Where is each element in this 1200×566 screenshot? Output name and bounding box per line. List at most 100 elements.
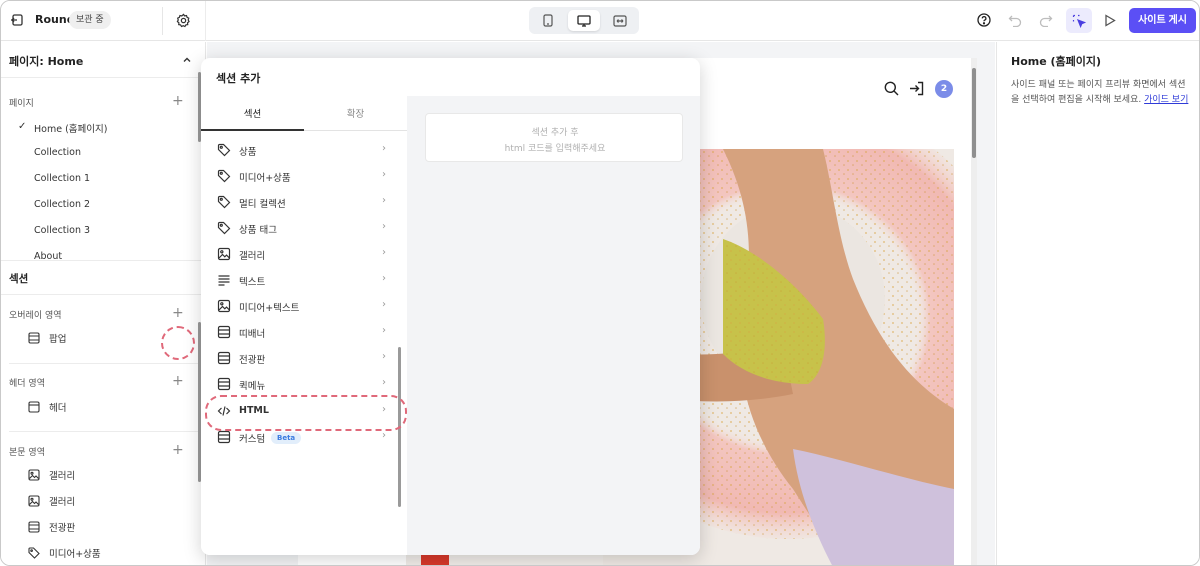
login-icon[interactable] — [909, 81, 925, 96]
section-option-label: 갤러리 — [239, 251, 266, 262]
section-option-quick-menu[interactable]: 퀵메뉴 › — [201, 373, 407, 395]
left-sidebar: 페이지: Home 페이지 + ✓ Home (홈페이지) Collection… — [1, 42, 206, 565]
sidebar-page-item[interactable]: Collection — [34, 147, 81, 158]
section-option-label: 텍스트 — [239, 277, 266, 288]
layout-icon — [217, 430, 231, 444]
undo-icon — [1008, 15, 1022, 27]
add-body-section-button[interactable]: + — [172, 443, 184, 457]
divider — [1, 260, 206, 261]
panel-description: 사이드 패널 또는 페이지 프리뷰 화면에서 섹션을 선택하여 편집을 시작해 … — [1011, 78, 1193, 108]
search-icon[interactable] — [884, 81, 899, 96]
sidebar-page-item[interactable]: Collection 2 — [34, 199, 90, 210]
section-option-label: 상품 — [239, 147, 257, 158]
section-option-media-product[interactable]: 미디어+상품 › — [201, 165, 407, 187]
chevron-right-icon: › — [382, 169, 386, 180]
product-image-detail — [421, 554, 449, 565]
panel-title: Home (홈페이지) — [1011, 55, 1102, 68]
chevron-right-icon: › — [382, 221, 386, 232]
layout-icon — [28, 332, 40, 344]
divider — [9, 363, 198, 364]
select-mode-button[interactable] — [1066, 8, 1092, 33]
desktop-icon — [577, 14, 591, 27]
undo-button[interactable] — [1007, 12, 1023, 28]
beta-badge: Beta — [271, 432, 302, 444]
cursor-select-icon — [1072, 14, 1086, 28]
sidebar-page-item[interactable]: Collection 3 — [34, 225, 90, 236]
expand-icon — [613, 14, 627, 27]
section-item-label: 갤러리 — [49, 471, 76, 482]
section-option-line-banner[interactable]: 띠배너 › — [201, 321, 407, 343]
desktop-view-button[interactable] — [568, 10, 600, 31]
section-option-label: 멀티 컬렉션 — [239, 199, 286, 210]
image-icon — [217, 299, 231, 313]
redo-button[interactable] — [1038, 12, 1054, 28]
section-option-label: 미디어+텍스트 — [239, 303, 300, 314]
section-option-text[interactable]: 텍스트 › — [201, 269, 407, 291]
mobile-icon — [543, 14, 553, 27]
section-option-label: 전광판 — [239, 355, 266, 366]
section-item-gallery[interactable]: 갤러리 — [28, 493, 75, 509]
gear-icon[interactable] — [176, 13, 191, 28]
section-item-popup[interactable]: 팝업 — [28, 330, 66, 346]
tab-section[interactable]: 섹션 — [201, 106, 304, 120]
scrollbar[interactable] — [972, 68, 976, 158]
add-overlay-section-button[interactable]: + — [172, 306, 184, 320]
divider — [1, 77, 206, 78]
chevron-right-icon: › — [382, 273, 386, 284]
play-icon — [1105, 13, 1116, 27]
section-item-gallery[interactable]: 갤러리 — [28, 467, 75, 483]
status-badge: 보관 중 — [69, 11, 111, 29]
tag-icon — [217, 143, 231, 157]
section-option-gallery[interactable]: 갤러리 › — [201, 243, 407, 265]
section-option-label: 띠배너 — [239, 329, 266, 340]
section-option-product-tag[interactable]: 상품 태그 › — [201, 217, 407, 239]
header-area-label: 헤더 영역 — [9, 379, 45, 389]
chevron-right-icon: › — [382, 247, 386, 258]
add-header-section-button[interactable]: + — [172, 374, 184, 388]
overlay-area-label: 오버레이 영역 — [9, 311, 62, 321]
section-option-marquee[interactable]: 전광판 › — [201, 347, 407, 369]
layout-icon — [28, 401, 40, 413]
mobile-view-button[interactable] — [532, 10, 564, 31]
chevron-right-icon: › — [382, 377, 386, 388]
section-list-panel: 섹션 확장 상품 › 미디어+상품 › 멀티 컬렉션 › 상품 태그 › 갤러리… — [201, 96, 407, 555]
section-item-marquee[interactable]: 전광판 — [28, 519, 75, 535]
highlight-outline — [205, 395, 407, 431]
image-icon — [217, 247, 231, 261]
chevron-right-icon: › — [382, 351, 386, 362]
sidebar-page-item[interactable]: Home (홈페이지) — [34, 121, 107, 135]
preview-button[interactable] — [1102, 12, 1118, 28]
help-icon — [977, 13, 991, 27]
section-option-media-text[interactable]: 미디어+텍스트 › — [201, 295, 407, 317]
chevron-right-icon: › — [382, 143, 386, 154]
add-section-modal: 섹션 추가 섹션 확장 상품 › 미디어+상품 › 멀티 컬렉션 › 상품 태그… — [201, 58, 700, 555]
text-lines-icon — [218, 275, 230, 286]
chevron-up-icon[interactable] — [181, 54, 193, 66]
cart-count-badge[interactable]: 2 — [935, 80, 953, 98]
section-option-label: 퀵메뉴 — [239, 381, 266, 392]
section-option-multi-collection[interactable]: 멀티 컬렉션 › — [201, 191, 407, 213]
image-icon — [28, 469, 40, 481]
tab-extension[interactable]: 확장 — [304, 106, 407, 120]
highlight-circle — [161, 326, 195, 360]
publish-button[interactable]: 사이트 게시 — [1129, 8, 1196, 33]
sidebar-page-item[interactable]: About — [34, 251, 62, 260]
section-option-product[interactable]: 상품 › — [201, 139, 407, 161]
section-item-media-product[interactable]: 미디어+상품 — [28, 545, 101, 561]
fullwidth-view-button[interactable] — [604, 10, 636, 31]
exit-icon[interactable] — [10, 13, 24, 27]
chevron-right-icon: › — [382, 299, 386, 310]
section-item-label: 전광판 — [49, 523, 76, 534]
section-item-header[interactable]: 헤더 — [28, 399, 66, 415]
active-tab-indicator — [201, 129, 304, 131]
sidebar-page-item[interactable]: Collection 1 — [34, 173, 90, 184]
html-hint-line-1: 섹션 추가 후 — [531, 128, 579, 138]
section-option-label: 미디어+상품 — [239, 173, 291, 184]
guide-link[interactable]: 가이드 보기 — [1144, 95, 1188, 105]
divider — [1, 294, 206, 295]
add-page-button[interactable]: + — [172, 94, 184, 108]
section-item-label: 헤더 — [49, 403, 67, 414]
html-section-preview-card[interactable]: 섹션 추가 후 html 코드를 입력해주세요 — [425, 113, 683, 162]
layout-icon — [28, 521, 40, 533]
help-button[interactable] — [976, 12, 992, 28]
